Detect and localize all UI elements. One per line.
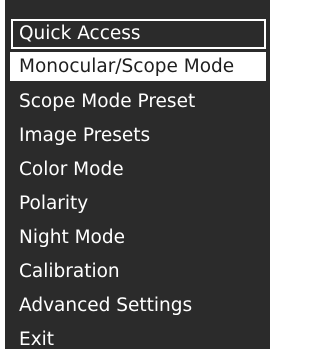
menu-item-monocular-scope-mode[interactable]: Monocular/Scope Mode [10,52,266,81]
menu-item-night-mode[interactable]: Night Mode [5,221,270,255]
quick-access-menu: Quick Access Monocular/Scope Mode Scope … [5,0,270,350]
menu-list: Quick Access Monocular/Scope Mode Scope … [5,19,270,357]
menu-item-calibration[interactable]: Calibration [5,255,270,289]
menu-title: Quick Access [11,19,266,49]
menu-item-polarity[interactable]: Polarity [5,187,270,221]
menu-item-exit[interactable]: Exit [5,323,270,357]
menu-item-color-mode[interactable]: Color Mode [5,153,270,187]
menu-item-scope-mode-preset[interactable]: Scope Mode Preset [5,85,270,119]
menu-item-image-presets[interactable]: Image Presets [5,119,270,153]
menu-item-advanced-settings[interactable]: Advanced Settings [5,289,270,323]
